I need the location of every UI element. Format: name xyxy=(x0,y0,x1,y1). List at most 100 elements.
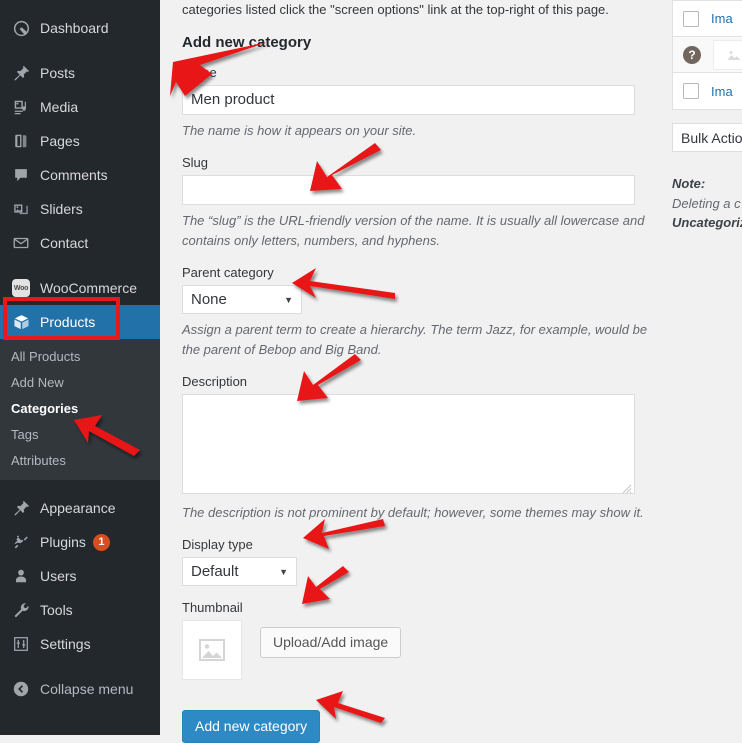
sidebar-item-label: Appearance xyxy=(40,500,116,516)
image-placeholder-icon xyxy=(199,639,225,662)
question-mark-icon[interactable]: ? xyxy=(683,45,701,64)
name-description: The name is how it appears on your site. xyxy=(182,122,417,138)
pages-icon xyxy=(11,131,31,151)
bulk-actions-select[interactable]: Bulk Actio xyxy=(672,123,742,152)
sidebar-item-collapse-menu[interactable]: Collapse menu xyxy=(0,672,160,706)
add-new-category-button[interactable]: Add new category xyxy=(182,710,321,743)
parent-category-select[interactable]: None xyxy=(182,284,302,314)
note-line-1: Deleting a c… xyxy=(672,195,742,211)
description-textarea-wrap xyxy=(182,394,635,497)
active-menu-pointer xyxy=(140,305,160,339)
media-icon xyxy=(11,97,31,117)
row-title[interactable]: Ima xyxy=(711,84,733,99)
description-textarea[interactable] xyxy=(182,394,635,495)
plugins-update-badge: 1 xyxy=(92,533,110,551)
product-box-icon xyxy=(11,312,31,332)
parent-category-select-wrap: None ▼ xyxy=(182,284,302,314)
description-hint: The description is not prominent by defa… xyxy=(182,505,644,521)
field-name: Name The name is how it appears on your … xyxy=(182,65,654,141)
sidebar-item-label: Collapse menu xyxy=(40,681,134,697)
submenu-item-categories[interactable]: Categories xyxy=(0,396,160,422)
add-category-form-column: categories listed click the "screen opti… xyxy=(182,0,654,743)
sidebar-item-posts[interactable]: Posts xyxy=(0,56,160,90)
field-thumbnail: Thumbnail Upload/Add image xyxy=(182,600,654,681)
slug-description: The “slug” is the URL-friendly version o… xyxy=(182,212,645,248)
row-thumbnail xyxy=(713,39,742,70)
sidebar-item-comments[interactable]: Comments xyxy=(0,158,160,192)
screen-options-hint: categories listed click the "screen opti… xyxy=(182,2,609,17)
field-display-type: Display type Default ▼ xyxy=(182,537,654,587)
sidebar-top-spacer xyxy=(0,0,160,11)
products-submenu: All Products Add New Categories Tags Att… xyxy=(0,339,160,480)
note-heading: Note: xyxy=(672,176,706,191)
display-type-select-wrap: Default ▼ xyxy=(182,557,297,587)
sidebar-item-users[interactable]: Users xyxy=(0,559,160,593)
note-line-2: Uncategoriz… xyxy=(672,215,742,230)
plug-icon xyxy=(11,532,31,552)
sidebar-item-label: Tools xyxy=(40,602,73,618)
sidebar-item-sliders[interactable]: Sliders xyxy=(0,192,160,226)
row-checkbox[interactable] xyxy=(683,83,699,99)
upload-add-image-button[interactable]: Upload/Add image xyxy=(260,627,402,659)
sidebar-item-label: Posts xyxy=(40,65,76,81)
sidebar-item-products[interactable]: Products xyxy=(0,305,160,339)
sidebar-item-appearance[interactable]: Appearance xyxy=(0,491,160,525)
sliders-icon xyxy=(11,199,31,219)
admin-sidebar: Dashboard Posts Media Pages Comments Sli… xyxy=(0,0,160,735)
brush-icon xyxy=(11,498,31,518)
sidebar-item-label: WooCommerce xyxy=(40,280,137,296)
comment-icon xyxy=(11,165,31,185)
parent-category-label: Parent category xyxy=(182,264,274,280)
sidebar-item-dashboard[interactable]: Dashboard xyxy=(0,11,160,45)
woocommerce-icon: Woo xyxy=(11,278,31,298)
sidebar-item-label: Plugins xyxy=(40,534,86,550)
submenu-item-all-products[interactable]: All Products xyxy=(0,344,160,370)
sidebar-item-pages[interactable]: Pages xyxy=(0,124,160,158)
sidebar-item-label: Users xyxy=(40,568,77,584)
categories-table: Ima ? Ima xyxy=(672,0,742,110)
woo-badge-label: Woo xyxy=(12,279,30,297)
image-placeholder-icon xyxy=(727,51,741,60)
sidebar-item-media[interactable]: Media xyxy=(0,90,160,124)
submenu-item-add-new[interactable]: Add New xyxy=(0,370,160,396)
field-parent-category: Parent category None ▼ Assign a parent t… xyxy=(182,265,654,360)
slug-input[interactable] xyxy=(182,174,635,205)
envelope-icon xyxy=(11,233,31,253)
collapse-arrow-icon xyxy=(11,679,31,699)
slug-label: Slug xyxy=(182,154,209,170)
display-type-select[interactable]: Default xyxy=(182,557,297,587)
sidebar-item-woocommerce[interactable]: Woo WooCommerce xyxy=(0,271,160,305)
name-label: Name xyxy=(182,64,217,80)
main-content: categories listed click the "screen opti… xyxy=(182,0,742,743)
table-row[interactable]: ? xyxy=(673,37,742,73)
user-icon xyxy=(11,566,31,586)
sidebar-item-plugins[interactable]: Plugins 1 xyxy=(0,525,160,559)
pin-icon xyxy=(11,63,31,83)
parent-category-description: Assign a parent term to create a hierarc… xyxy=(182,321,648,358)
wrench-icon xyxy=(11,600,31,620)
field-slug: Slug The “slug” is the URL-friendly vers… xyxy=(182,155,654,251)
page-title: Add new category xyxy=(182,33,312,51)
sidebar-item-tools[interactable]: Tools xyxy=(0,593,160,627)
name-input[interactable] xyxy=(182,84,635,115)
row-title[interactable]: Ima xyxy=(711,11,733,26)
thumbnail-label: Thumbnail xyxy=(182,600,243,616)
display-type-label: Display type xyxy=(182,537,253,553)
sidebar-item-label: Products xyxy=(40,314,96,330)
sidebar-item-label: Pages xyxy=(40,133,80,149)
submenu-item-attributes[interactable]: Attributes xyxy=(0,448,160,474)
table-row[interactable]: Ima xyxy=(673,73,742,109)
sidebar-item-label: Contact xyxy=(40,235,89,251)
sidebar-item-label: Sliders xyxy=(40,201,83,217)
sidebar-item-settings[interactable]: Settings xyxy=(0,627,160,661)
table-row[interactable]: Ima xyxy=(673,1,742,37)
description-label: Description xyxy=(182,374,248,390)
sidebar-item-label: Dashboard xyxy=(40,20,109,36)
submenu-item-tags[interactable]: Tags xyxy=(0,422,160,448)
sidebar-item-contact[interactable]: Contact xyxy=(0,226,160,260)
row-checkbox[interactable] xyxy=(683,10,699,27)
categories-list-column: Ima ? Ima Bulk Actio Note: Deleting a c… xyxy=(672,0,742,233)
